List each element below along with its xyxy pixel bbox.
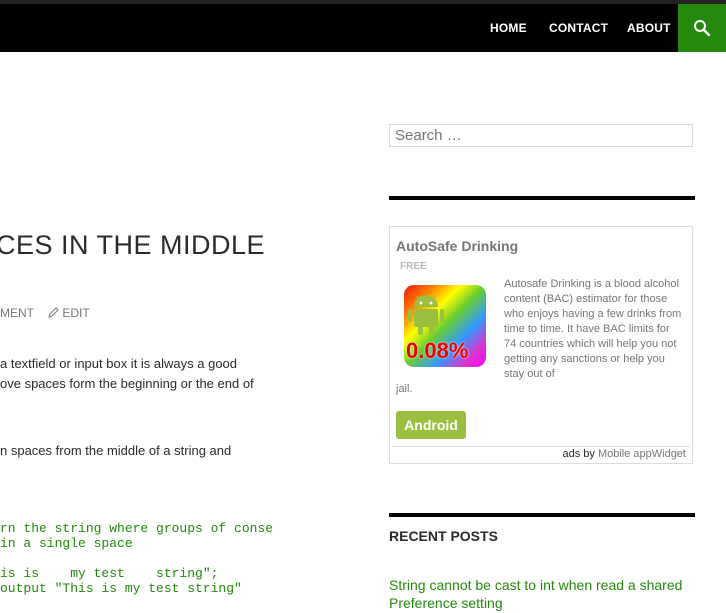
- widget-divider: [389, 196, 695, 200]
- nav-home[interactable]: HOME: [490, 4, 527, 52]
- recent-post-link[interactable]: String cannot be cast to int when read a…: [389, 576, 689, 612]
- ad-footer: ads by Mobile appWidget: [392, 446, 690, 461]
- nav-about[interactable]: ABOUT: [627, 4, 671, 52]
- paragraph-line: a textfield or input box it is always a …: [0, 356, 238, 371]
- paragraph-line: n spaces from the middle of a string and: [0, 443, 232, 458]
- paragraph-line: ove spaces form the beginning or the end…: [0, 376, 254, 391]
- ad-footer-prefix: ads by: [562, 448, 595, 460]
- topbar-edge: [0, 0, 726, 4]
- bac-percentage: 0.08%: [406, 338, 469, 363]
- android-download-button[interactable]: Android: [396, 411, 466, 439]
- article-title: CES IN THE MIDDLE: [0, 230, 266, 260]
- edit-label: EDIT: [62, 306, 90, 320]
- edit-link[interactable]: EDIT: [48, 306, 90, 320]
- app-icon[interactable]: 0.08%: [404, 285, 486, 367]
- code-line: rn the string where groups of conse: [0, 521, 274, 536]
- search-field-wrapper: [389, 124, 693, 147]
- android-robot-icon: [408, 295, 444, 335]
- article-content: CES IN THE MIDDLE MENT EDIT a textfield …: [0, 52, 380, 613]
- ad-provider-link[interactable]: Mobile appWidget: [598, 448, 686, 460]
- code-line: output "This is my test string": [0, 581, 242, 596]
- ad-price-label: FREE: [400, 261, 427, 272]
- ad-description-tail: jail.: [396, 383, 413, 395]
- ad-title[interactable]: AutoSafe Drinking: [396, 238, 518, 254]
- sidebar: AutoSafe Drinking FREE 0.08% Autosafe Dr…: [389, 52, 695, 613]
- search-toggle-button[interactable]: [678, 4, 726, 52]
- top-nav-bar: HOME CONTACT ABOUT: [0, 0, 726, 52]
- code-line: is is my test string";: [0, 566, 219, 581]
- code-line: in a single space: [0, 536, 133, 551]
- pencil-icon: [48, 307, 59, 318]
- comment-link[interactable]: MENT: [0, 306, 34, 320]
- ad-description: Autosafe Drinking is a blood alcohol con…: [504, 278, 682, 380]
- search-input[interactable]: [390, 125, 692, 146]
- ad-widget: AutoSafe Drinking FREE 0.08% Autosafe Dr…: [389, 226, 693, 464]
- search-icon: [694, 20, 711, 37]
- nav-contact[interactable]: CONTACT: [549, 4, 608, 52]
- recent-posts-heading: RECENT POSTS: [389, 528, 498, 544]
- widget-divider: [389, 513, 695, 517]
